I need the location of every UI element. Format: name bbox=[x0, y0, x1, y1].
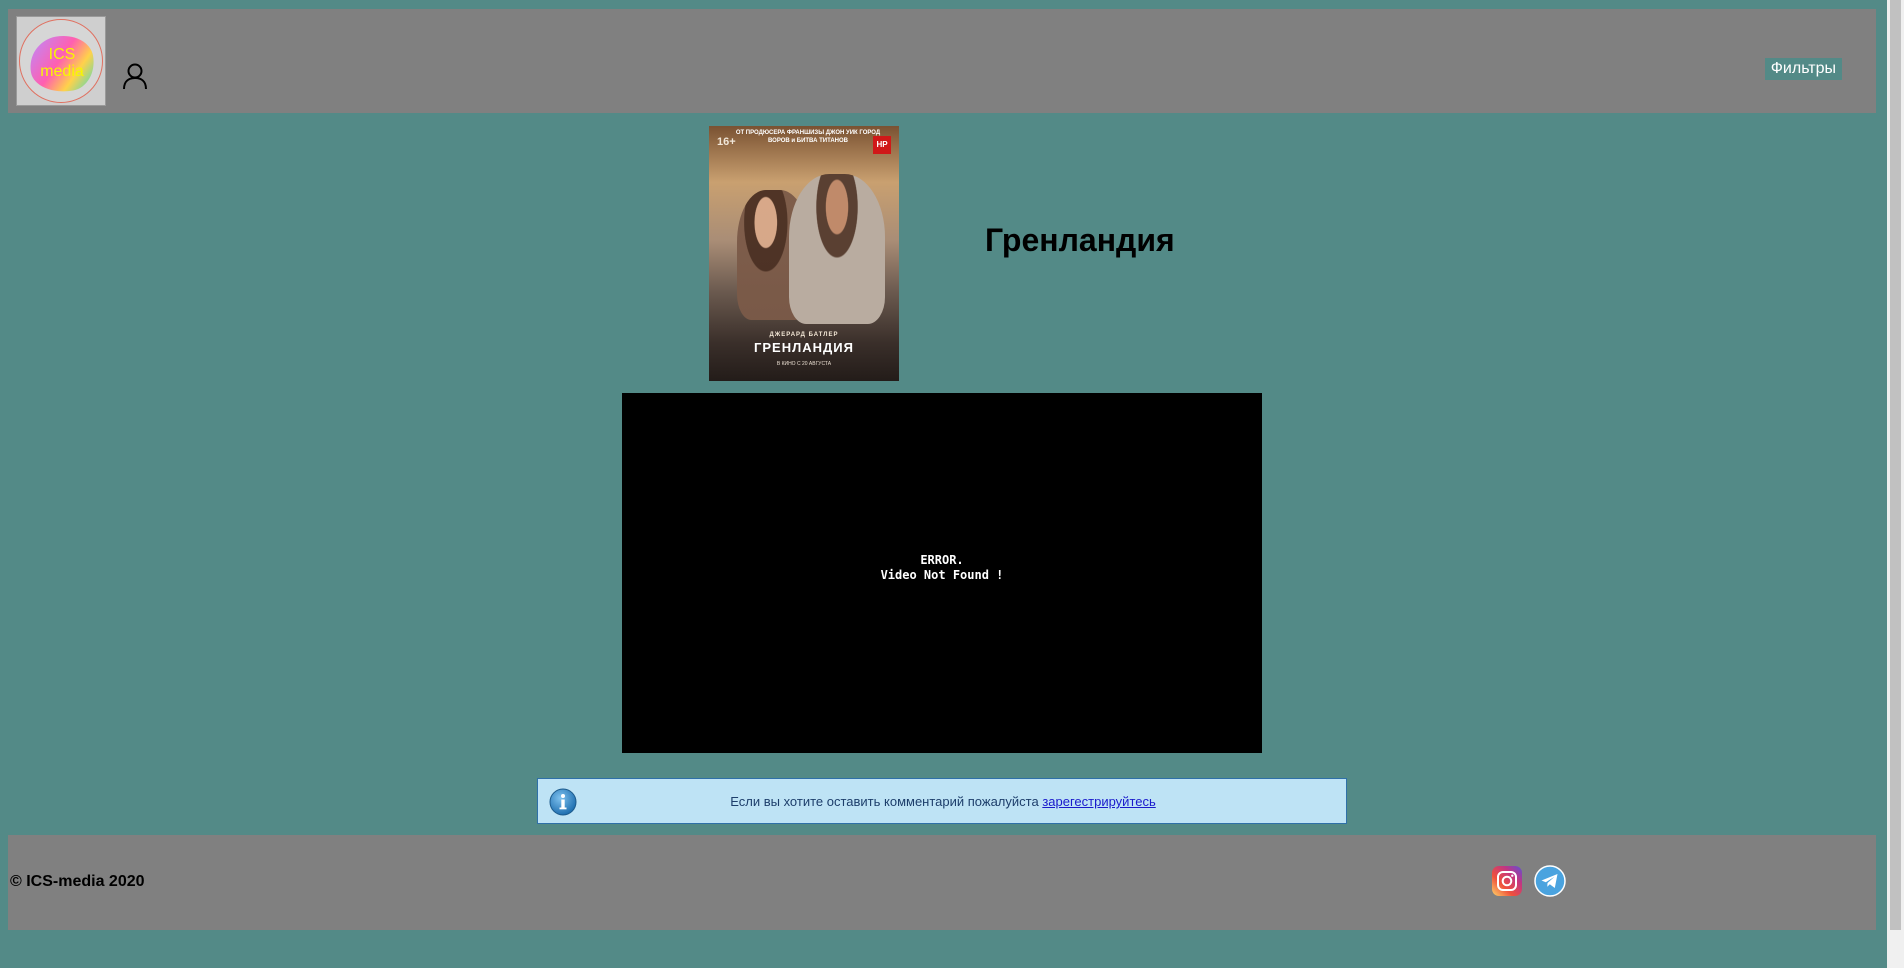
logo-text-line2: media bbox=[40, 63, 84, 80]
info-message: Если вы хотите оставить комментарий пожа… bbox=[538, 794, 1348, 809]
info-message-text: Если вы хотите оставить комментарий пожа… bbox=[730, 794, 1043, 809]
logo-text: ICS media bbox=[20, 46, 102, 80]
filters-button[interactable]: Фильтры bbox=[1764, 58, 1842, 80]
poster-figure-man bbox=[789, 174, 885, 324]
movie-poster: 16+ ОТ ПРОДЮСЕРА ФРАНШИЗЫ ДЖОН УИК ГОРОД… bbox=[709, 126, 899, 381]
poster-channel-badge: НР bbox=[873, 136, 891, 154]
poster-tagline: ОТ ПРОДЮСЕРА ФРАНШИЗЫ ДЖОН УИК ГОРОД ВОР… bbox=[735, 130, 881, 144]
comment-info-box: Если вы хотите оставить комментарий пожа… bbox=[537, 778, 1347, 824]
register-link[interactable]: зарегестрируйтесь bbox=[1042, 794, 1155, 809]
logo-circle: ICS media bbox=[19, 19, 103, 103]
video-player[interactable]: ERROR. Video Not Found ! bbox=[622, 393, 1262, 753]
instagram-icon[interactable] bbox=[1491, 865, 1523, 897]
site-footer: © ICS-media 2020 bbox=[8, 835, 1876, 930]
video-error-line2: Video Not Found ! bbox=[880, 568, 1004, 582]
copyright-text: © ICS-media 2020 bbox=[10, 873, 145, 890]
user-icon[interactable] bbox=[120, 61, 150, 91]
logo-text-line1: ICS bbox=[48, 46, 76, 63]
site-logo[interactable]: ICS media bbox=[16, 16, 106, 106]
poster-movie-name: ГРЕНЛАНДИЯ bbox=[754, 340, 854, 355]
scrollbar-thumb[interactable] bbox=[1890, 0, 1901, 930]
telegram-icon[interactable] bbox=[1534, 865, 1566, 897]
poster-release: В КИНО С 20 АВГУСТА bbox=[776, 361, 832, 367]
page-scrollbar[interactable] bbox=[1887, 0, 1904, 968]
video-error-line1: ERROR. bbox=[920, 553, 964, 567]
movie-title: Гренландия bbox=[985, 222, 1175, 258]
page: ICS media Фильтры 16+ ОТ ПРОДЮСЕРА ФРАНШ… bbox=[0, 0, 1904, 968]
poster-actor: ДЖЕРАРД БАТЛЕР bbox=[769, 332, 839, 338]
video-error-message: ERROR. Video Not Found ! bbox=[622, 553, 1262, 583]
site-header: ICS media Фильтры bbox=[8, 9, 1876, 113]
